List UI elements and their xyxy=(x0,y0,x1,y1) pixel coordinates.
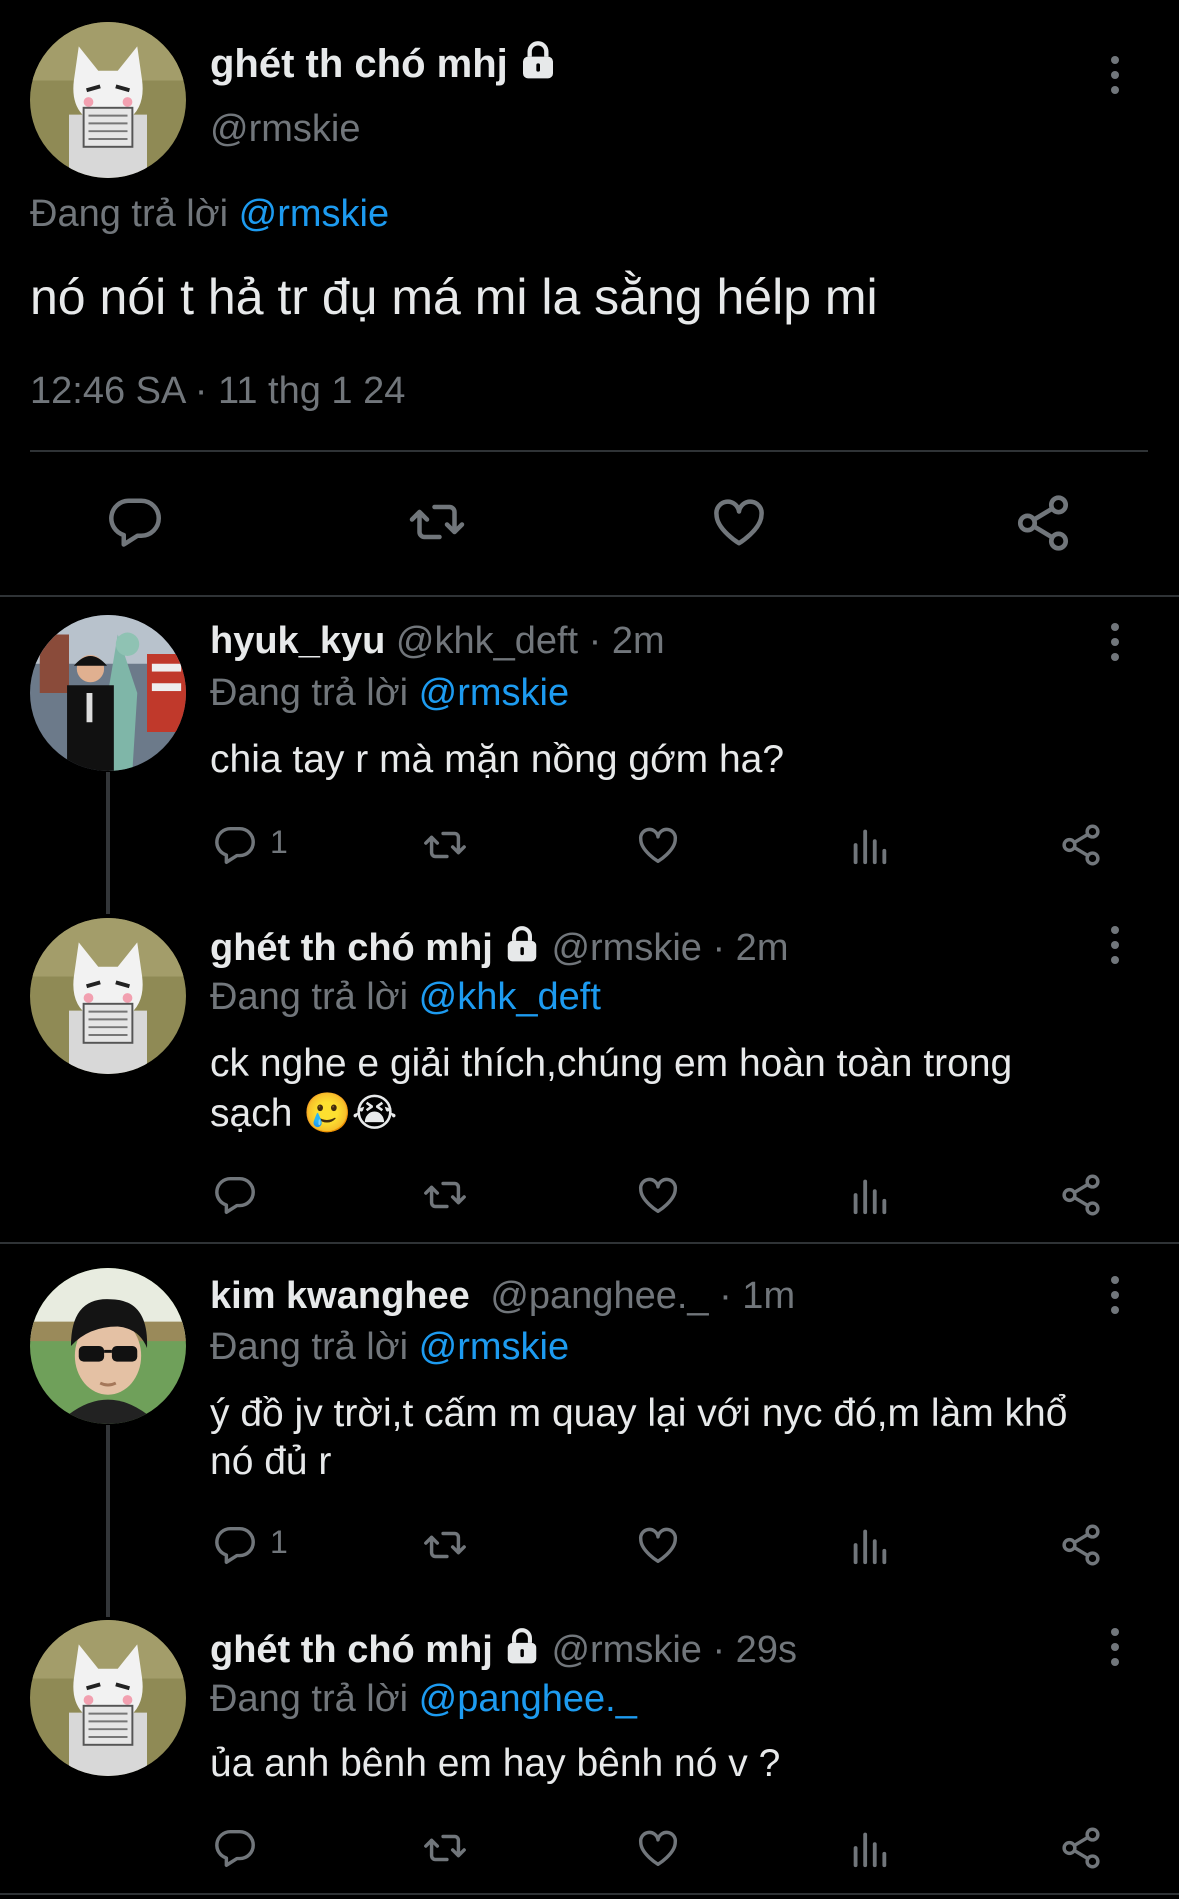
reply-header: ghét th chó mhj @rmskie · 29s xyxy=(210,1627,797,1675)
replying-prefix: Đang trả lời xyxy=(210,1326,409,1368)
reply-text-line2: sạch 🥲😭 xyxy=(210,1092,398,1135)
reply-header: ghét th chó mhj @rmskie · 2m xyxy=(210,925,788,973)
reply-icon[interactable] xyxy=(212,1172,258,1218)
like-icon[interactable] xyxy=(634,1172,682,1218)
views-icon[interactable] xyxy=(846,1172,892,1218)
divider xyxy=(0,595,1179,597)
reply-time[interactable]: · 1m xyxy=(719,1275,795,1317)
divider xyxy=(0,1893,1179,1895)
share-icon[interactable] xyxy=(1058,1172,1104,1218)
replying-to: Đang trả lời @rmskie xyxy=(30,193,389,236)
reply-count: 1 xyxy=(270,1524,288,1560)
reply-time[interactable]: · 29s xyxy=(712,1629,796,1671)
reply-text: chia tay r mà mặn nồng gớm ha? xyxy=(210,738,785,781)
avatar[interactable] xyxy=(30,22,186,178)
retweet-icon[interactable] xyxy=(420,1825,470,1871)
reply-icon[interactable] xyxy=(212,822,258,868)
reply-header: hyuk_kyu @khk_deft · 2m xyxy=(210,620,665,663)
more-icon[interactable] xyxy=(1095,1265,1135,1325)
reply-text-line1: ck nghe e giải thích,chúng em hoàn toàn … xyxy=(210,1042,1013,1085)
handle[interactable]: @rmskie xyxy=(551,927,701,969)
display-name[interactable]: ghét th chó mhj xyxy=(210,927,493,969)
replying-prefix: Đang trả lời xyxy=(210,672,409,714)
replying-to-link[interactable]: @khk_deft xyxy=(419,976,601,1018)
display-name-text: ghét th chó mhj xyxy=(210,42,508,86)
display-name[interactable]: ghét th chó mhj xyxy=(210,40,558,90)
reply-icon[interactable] xyxy=(212,1522,258,1568)
thread-line xyxy=(106,772,110,914)
handle[interactable]: @rmskie xyxy=(551,1629,701,1671)
share-icon[interactable] xyxy=(1058,1825,1104,1871)
reply-icon[interactable] xyxy=(212,1825,258,1871)
more-icon[interactable] xyxy=(1095,612,1135,672)
thread-line xyxy=(106,1425,110,1617)
reply-time[interactable]: · 2m xyxy=(712,927,788,969)
display-name[interactable]: ghét th chó mhj xyxy=(210,1629,493,1671)
replying-prefix: Đang trả lời xyxy=(210,1678,409,1720)
lock-icon xyxy=(518,40,558,90)
divider xyxy=(30,450,1148,452)
retweet-icon[interactable] xyxy=(420,822,470,868)
avatar[interactable] xyxy=(30,1620,186,1776)
tweet-text: nó nói t hả tr đụ má mi la sằng hélp mi xyxy=(30,269,878,325)
reply-time[interactable]: · 2m xyxy=(589,620,665,662)
share-icon[interactable] xyxy=(1058,1522,1104,1568)
more-icon[interactable] xyxy=(1095,1617,1135,1677)
retweet-icon[interactable] xyxy=(420,1172,470,1218)
replying-to: Đang trả lời @khk_deft xyxy=(210,976,601,1019)
avatar[interactable] xyxy=(30,1268,186,1424)
replying-to: Đang trả lời @panghee._ xyxy=(210,1678,637,1721)
reply-text-line2: nó đủ r xyxy=(210,1440,332,1483)
handle[interactable]: @rmskie xyxy=(210,108,360,151)
views-icon[interactable] xyxy=(846,1825,892,1871)
reply-count: 1 xyxy=(270,824,288,860)
tweet-timestamp[interactable]: 12:46 SA · 11 thg 1 24 xyxy=(30,370,405,413)
lock-icon xyxy=(503,1627,541,1675)
more-icon[interactable] xyxy=(1095,45,1135,105)
replying-to: Đang trả lời @rmskie xyxy=(210,1326,569,1369)
replying-to-link[interactable]: @rmskie xyxy=(419,1326,569,1368)
handle[interactable]: @khk_deft xyxy=(396,620,578,662)
share-icon[interactable] xyxy=(1058,822,1104,868)
share-icon[interactable] xyxy=(1012,492,1074,554)
views-icon[interactable] xyxy=(846,822,892,868)
like-icon[interactable] xyxy=(634,1522,682,1568)
replying-prefix: Đang trả lời xyxy=(210,976,409,1018)
replying-to-link[interactable]: @rmskie xyxy=(419,672,569,714)
divider xyxy=(0,1242,1179,1244)
reply-text-line1: ý đồ jv trời,t cấm m quay lại với nyc đó… xyxy=(210,1392,1068,1435)
handle[interactable]: @panghee._ xyxy=(490,1275,708,1317)
views-icon[interactable] xyxy=(846,1522,892,1568)
lock-icon xyxy=(503,925,541,973)
more-icon[interactable] xyxy=(1095,915,1135,975)
retweet-icon[interactable] xyxy=(405,492,469,552)
reply-icon[interactable] xyxy=(105,492,165,552)
display-name[interactable]: hyuk_kyu xyxy=(210,620,385,662)
replying-to: Đang trả lời @rmskie xyxy=(210,672,569,715)
avatar[interactable] xyxy=(30,918,186,1074)
replying-to-link[interactable]: @rmskie xyxy=(239,193,389,235)
display-name[interactable]: kim kwanghee xyxy=(210,1275,470,1317)
replying-to-link[interactable]: @panghee._ xyxy=(419,1678,637,1720)
avatar[interactable] xyxy=(30,615,186,771)
reply-text: ủa anh bênh em hay bênh nó v ? xyxy=(210,1742,781,1785)
reply-header: kim kwanghee @panghee._ · 1m xyxy=(210,1275,795,1318)
like-icon[interactable] xyxy=(634,822,682,868)
retweet-icon[interactable] xyxy=(420,1522,470,1568)
like-icon[interactable] xyxy=(634,1825,682,1871)
replying-prefix: Đang trả lời xyxy=(30,193,229,235)
like-icon[interactable] xyxy=(708,492,770,552)
